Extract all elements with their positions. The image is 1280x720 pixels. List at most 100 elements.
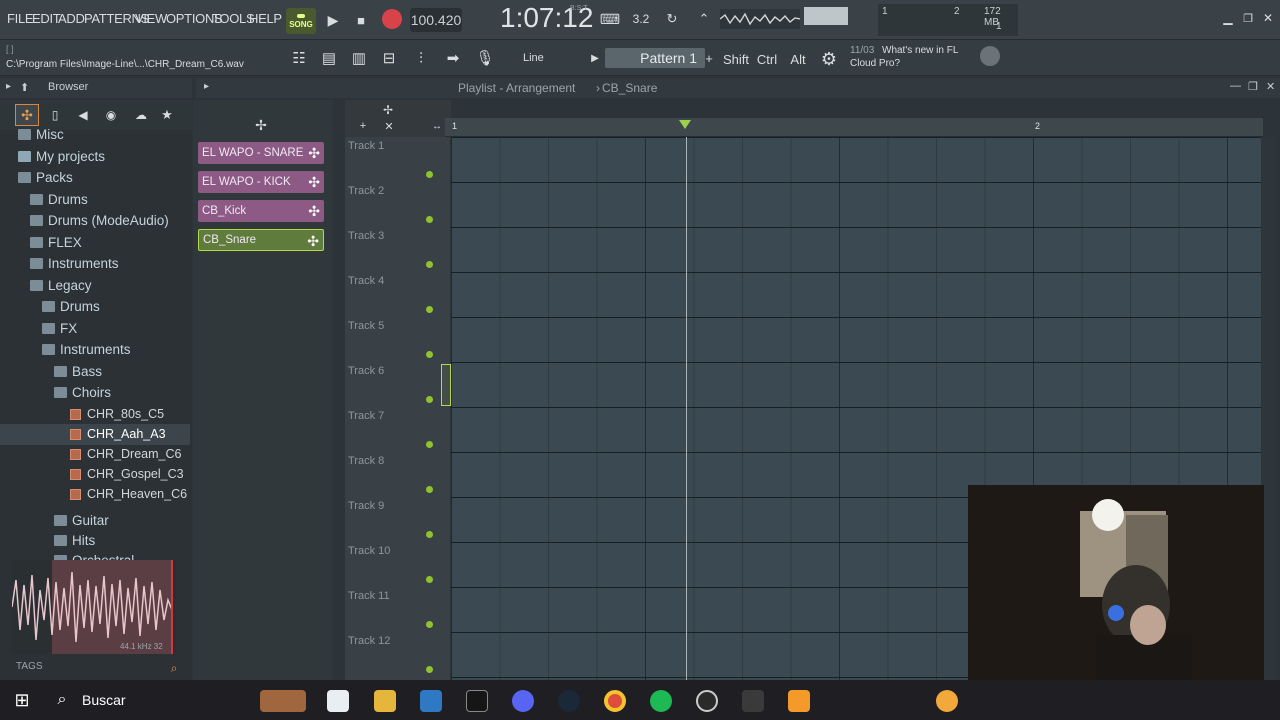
menu-file[interactable]: FILE bbox=[7, 11, 34, 26]
menu-add[interactable]: ADD bbox=[58, 11, 85, 26]
browser-item-drums[interactable]: Drums bbox=[0, 296, 190, 317]
song-mode-toggle[interactable]: SONG bbox=[286, 8, 316, 34]
track-label[interactable]: Track 8 bbox=[348, 455, 384, 467]
track-label[interactable]: Track 3 bbox=[348, 230, 384, 242]
windows-start-icon[interactable]: ⊞ bbox=[10, 688, 34, 712]
pattern-clip-0[interactable]: EL WAPO - SNARE ✣ bbox=[198, 142, 324, 164]
track-label[interactable]: Track 6 bbox=[348, 365, 384, 377]
browser-item-instruments[interactable]: Instruments bbox=[0, 253, 190, 274]
arrow-icon[interactable]: ➡ bbox=[442, 46, 464, 70]
track-selection-marker[interactable] bbox=[441, 364, 451, 406]
playlist-close-icon[interactable]: ✕ bbox=[1266, 80, 1275, 93]
playhead-marker[interactable] bbox=[679, 120, 691, 129]
task-view-icon[interactable] bbox=[327, 690, 349, 712]
browser-item-hits[interactable]: Hits bbox=[0, 530, 190, 551]
track-mute-led[interactable] bbox=[426, 666, 433, 673]
track-label[interactable]: Track 2 bbox=[348, 185, 384, 197]
track-add-icon[interactable]: + bbox=[357, 119, 369, 133]
spotify-icon[interactable] bbox=[650, 690, 672, 712]
alt-button[interactable]: Alt bbox=[786, 48, 810, 70]
menu-tools[interactable]: TOOLS bbox=[212, 11, 255, 26]
menu-help[interactable]: HELP bbox=[249, 11, 282, 26]
stop-icon[interactable]: ■ bbox=[350, 8, 372, 32]
browser-item-misc[interactable]: Misc bbox=[0, 124, 190, 145]
metronome-icon[interactable]: ⌃ bbox=[692, 9, 716, 29]
browser-up-icon[interactable]: ⬆ bbox=[20, 81, 29, 94]
store-icon[interactable] bbox=[420, 690, 442, 712]
track-mute-led[interactable] bbox=[426, 351, 433, 358]
browser-item-flex[interactable]: FLEX bbox=[0, 232, 190, 253]
news-icon[interactable]: ⚙ bbox=[816, 46, 842, 72]
track-label[interactable]: Track 1 bbox=[348, 140, 384, 152]
browser-item-chr-heaven-c6[interactable]: CHR_Heaven_C6 bbox=[0, 484, 190, 505]
browser-item-choirs[interactable]: Choirs bbox=[0, 382, 190, 403]
track-label[interactable]: Track 11 bbox=[348, 590, 390, 602]
browser-item-bass[interactable]: Bass bbox=[0, 361, 190, 382]
browser-item-chr-80s-c5[interactable]: CHR_80s_C5 bbox=[0, 404, 190, 425]
user-avatar[interactable] bbox=[980, 46, 1000, 66]
browser-item-fx[interactable]: FX bbox=[0, 318, 190, 339]
discord-icon[interactable] bbox=[512, 690, 534, 712]
typing-keyboard-icon[interactable]: ⌨ bbox=[598, 9, 622, 29]
browser-file-icon[interactable]: ▯ bbox=[47, 104, 63, 126]
browser-item-chr-gospel-c3[interactable]: CHR_Gospel_C3 bbox=[0, 464, 190, 485]
clip-move-icon[interactable]: ✣ bbox=[308, 145, 320, 162]
pattern-clip-2[interactable]: CB_Kick ✣ bbox=[198, 200, 324, 222]
mixer-icon[interactable]: ⊟ bbox=[378, 46, 400, 70]
news-title[interactable]: What's new in FL bbox=[882, 45, 958, 56]
track-mute-led[interactable] bbox=[426, 441, 433, 448]
playlist-minimize-icon[interactable]: — bbox=[1230, 80, 1241, 92]
pattern-prev-icon[interactable]: ▶ bbox=[588, 50, 602, 66]
browser-item-drums-modeaudio-[interactable]: Drums (ModeAudio) bbox=[0, 210, 190, 231]
channel-rack-icon[interactable]: ▤ bbox=[318, 46, 340, 70]
clip-move-icon[interactable]: ✣ bbox=[308, 203, 320, 220]
track-mute-led[interactable] bbox=[426, 216, 433, 223]
steam-icon[interactable] bbox=[558, 690, 580, 712]
browser-filter-icon[interactable]: ✣ bbox=[15, 104, 39, 126]
track-mute-led[interactable] bbox=[426, 306, 433, 313]
browser-item-chr-aah-a3[interactable]: CHR_Aah_A3 bbox=[0, 423, 190, 445]
obs-icon[interactable] bbox=[696, 690, 718, 712]
track-mute-led[interactable] bbox=[426, 576, 433, 583]
browser-item-guitar[interactable]: Guitar bbox=[0, 510, 190, 531]
shift-button[interactable]: Shift bbox=[722, 48, 750, 70]
restore-icon[interactable]: ❐ bbox=[1240, 10, 1256, 26]
browser-plugin-icon[interactable]: ◉ bbox=[103, 104, 119, 126]
track-label[interactable]: Track 7 bbox=[348, 410, 384, 422]
tags-label[interactable]: TAGS bbox=[16, 661, 42, 672]
tags-search-icon[interactable]: ⌕ bbox=[166, 660, 182, 676]
night-light-icon[interactable] bbox=[936, 690, 958, 712]
close-icon[interactable]: ✕ bbox=[1260, 10, 1276, 26]
playlist-maximize-icon[interactable]: ❐ bbox=[1248, 80, 1258, 93]
clip-move-icon[interactable]: ✣ bbox=[307, 233, 319, 250]
piano-roll-icon[interactable]: ▥ bbox=[348, 46, 370, 70]
picker-add-icon[interactable]: ✢ bbox=[250, 116, 272, 134]
microphone-icon[interactable]: 🎙 bbox=[474, 46, 496, 70]
browser-menu-icon[interactable]: ▸ bbox=[6, 81, 11, 92]
app-icon[interactable] bbox=[742, 690, 764, 712]
pattern-clip-3[interactable]: CB_Snare ✣ bbox=[198, 229, 324, 251]
browser-item-instruments[interactable]: Instruments bbox=[0, 339, 190, 360]
track-resize-icon[interactable]: ↔ bbox=[431, 119, 443, 133]
epic-games-icon[interactable] bbox=[466, 690, 488, 712]
tempo-display[interactable]: 100.420 bbox=[410, 8, 462, 32]
file-explorer-icon[interactable] bbox=[374, 690, 396, 712]
play-icon[interactable]: ▶ bbox=[322, 8, 344, 32]
track-mute-led[interactable] bbox=[426, 531, 433, 538]
track-mute-led[interactable] bbox=[426, 171, 433, 178]
taskbar-search[interactable]: Buscar bbox=[82, 692, 126, 708]
pattern-selector[interactable]: Pattern 1 bbox=[605, 48, 705, 68]
track-label[interactable]: Track 12 bbox=[348, 635, 390, 647]
timeline-ruler[interactable]: 1 2 bbox=[445, 118, 1263, 137]
browser-cloud-icon[interactable]: ☁ bbox=[131, 104, 151, 126]
countdown-icon[interactable]: ↻ bbox=[660, 9, 684, 29]
track-label[interactable]: Track 5 bbox=[348, 320, 384, 332]
track-mute-led[interactable] bbox=[426, 486, 433, 493]
step-size[interactable]: 3.2 bbox=[628, 9, 654, 29]
fl-studio-icon[interactable] bbox=[788, 690, 810, 712]
browser-back-icon[interactable]: ◀ bbox=[75, 104, 91, 126]
browser-item-chr-dream-c6[interactable]: CHR_Dream_C6 bbox=[0, 444, 190, 465]
browser-star-icon[interactable]: ★ bbox=[159, 104, 175, 126]
pattern-clip-1[interactable]: EL WAPO - KICK ✣ bbox=[198, 171, 324, 193]
track-label[interactable]: Track 4 bbox=[348, 275, 384, 287]
